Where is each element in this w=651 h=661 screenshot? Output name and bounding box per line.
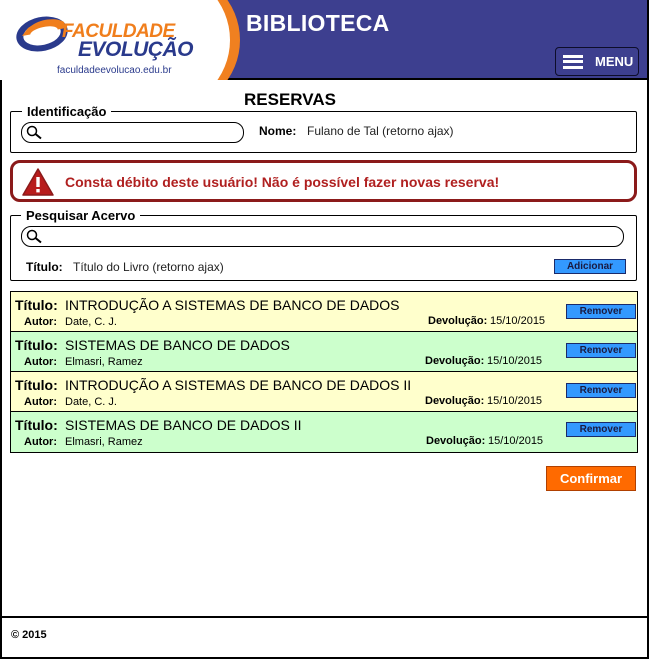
- footer-divider: [0, 616, 647, 618]
- devolucao-label: Devolução:: [425, 355, 485, 367]
- reservation-row: Título: SISTEMAS DE BANCO DE DADOS II Au…: [11, 412, 637, 452]
- book-author: Date, C. J.: [65, 316, 117, 328]
- reservation-list: Título: INTRODUÇÃO A SISTEMAS DE BANCO D…: [10, 291, 638, 453]
- footer-copyright: © 2015: [11, 629, 47, 641]
- book-author: Elmasri, Ramez: [65, 436, 143, 448]
- autor-label: Autor:: [24, 356, 57, 368]
- remove-button[interactable]: Remover: [566, 422, 636, 437]
- debt-alert: Consta débito deste usuário! Não é possí…: [10, 160, 637, 202]
- acervo-search-input[interactable]: [48, 229, 615, 243]
- remove-button[interactable]: Remover: [566, 304, 636, 319]
- logo-url: faculdadeevolucao.edu.br: [57, 65, 172, 76]
- autor-label: Autor:: [24, 316, 57, 328]
- devolucao-date: 15/10/2015: [487, 355, 543, 367]
- book-title: SISTEMAS DE BANCO DE DADOS: [65, 337, 290, 353]
- menu-button[interactable]: MENU: [555, 47, 639, 76]
- logo-text-evolucao: EVOLUÇÃO: [78, 38, 194, 61]
- book-title: SISTEMAS DE BANCO DE DADOS II: [65, 417, 302, 433]
- user-search-input[interactable]: [48, 125, 235, 139]
- identificacao-fieldset: Identificação Nome: Fulano de Tal (retor…: [10, 104, 637, 153]
- nome-label: Nome:: [259, 124, 297, 138]
- header: FACULDADE EVOLUÇÃO faculdadeevolucao.edu…: [0, 0, 647, 80]
- reservation-row: Título: INTRODUÇÃO A SISTEMAS DE BANCO D…: [11, 372, 637, 412]
- confirm-button[interactable]: Confirmar: [546, 466, 636, 491]
- reservation-row: Título: SISTEMAS DE BANCO DE DADOS Autor…: [11, 332, 637, 372]
- hamburger-icon: [563, 54, 583, 69]
- devolucao-date: 15/10/2015: [488, 435, 544, 447]
- logo[interactable]: FACULDADE EVOLUÇÃO faculdadeevolucao.edu…: [0, 0, 240, 80]
- devolucao-label: Devolução:: [425, 395, 485, 407]
- app-title: BIBLIOTECA: [246, 10, 390, 36]
- book-author: Date, C. J.: [65, 396, 117, 408]
- acervo-legend: Pesquisar Acervo: [21, 208, 141, 223]
- autor-label: Autor:: [24, 436, 57, 448]
- book-title: INTRODUÇÃO A SISTEMAS DE BANCO DE DADOS …: [65, 377, 412, 393]
- titulo-label: Título:: [15, 297, 58, 313]
- acervo-fieldset: Pesquisar Acervo Título: Título do Livro…: [10, 208, 637, 281]
- acervo-search-field[interactable]: [21, 226, 624, 247]
- nome-value: Fulano de Tal (retorno ajax): [307, 124, 454, 138]
- identificacao-legend: Identificação: [22, 104, 112, 119]
- devolucao-date: 15/10/2015: [487, 395, 543, 407]
- reservation-row: Título: INTRODUÇÃO A SISTEMAS DE BANCO D…: [11, 292, 637, 332]
- menu-label: MENU: [595, 54, 634, 69]
- titulo-label: Título:: [15, 337, 58, 353]
- devolucao-label: Devolução:: [428, 315, 488, 327]
- search-icon: [26, 125, 42, 140]
- warning-icon: [22, 168, 54, 196]
- remove-button[interactable]: Remover: [566, 383, 636, 398]
- user-search-field[interactable]: [21, 122, 244, 143]
- page-title: RESERVAS: [244, 90, 336, 109]
- autor-label: Autor:: [24, 396, 57, 408]
- devolucao-label: Devolução:: [426, 435, 486, 447]
- titulo-value: Título do Livro (retorno ajax): [73, 260, 224, 274]
- titulo-label: Título:: [15, 417, 58, 433]
- devolucao-date: 15/10/2015: [490, 315, 546, 327]
- search-icon: [26, 229, 42, 244]
- book-author: Elmasri, Ramez: [65, 356, 143, 368]
- add-button[interactable]: Adicionar: [554, 259, 626, 274]
- titulo-label: Título:: [26, 260, 63, 274]
- titulo-label: Título:: [15, 377, 58, 393]
- alert-message: Consta débito deste usuário! Não é possí…: [65, 174, 500, 190]
- book-title: INTRODUÇÃO A SISTEMAS DE BANCO DE DADOS: [65, 297, 400, 313]
- remove-button[interactable]: Remover: [566, 343, 636, 358]
